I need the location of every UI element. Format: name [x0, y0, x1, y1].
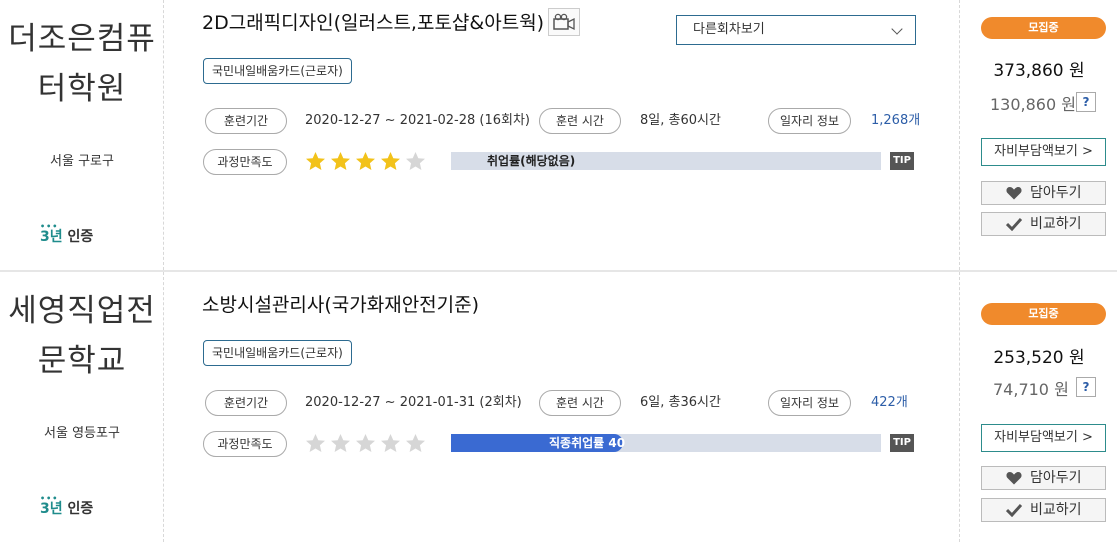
star-icon	[330, 433, 351, 454]
tip-button[interactable]: TIP	[890, 152, 914, 170]
video-camera-icon[interactable]	[548, 8, 580, 36]
star-icon	[380, 151, 401, 172]
self-pay-price: 130,860 원	[990, 95, 1076, 114]
compare-button[interactable]: 비교하기	[981, 212, 1106, 236]
institution-column: 세영직업전 문학교 서울 영등포구 ••• 3년 인증	[0, 272, 164, 542]
hours-value: 6일, 총36시간	[640, 395, 721, 410]
job-info-link[interactable]: 1,268개	[871, 108, 920, 134]
rating-stars	[305, 151, 426, 175]
cert-dots-icon: •••	[40, 494, 59, 503]
certification-badge: ••• 3년 인증	[40, 222, 94, 245]
tip-button[interactable]: TIP	[890, 434, 914, 452]
institution-location: 서울 영등포구	[44, 426, 120, 441]
satisfaction-label: 과정만족도	[203, 431, 287, 457]
save-button[interactable]: 담아두기	[981, 466, 1106, 490]
hours-label: 훈련 시간	[539, 108, 621, 134]
institution-column: 더조은컴퓨 터학원 서울 구로구 ••• 3년 인증	[0, 0, 164, 270]
chevron-down-icon	[891, 23, 903, 35]
satisfaction-label: 과정만족도	[203, 149, 287, 175]
star-icon	[355, 433, 376, 454]
card-badge: 국민내일배움카드(근로자)	[203, 58, 352, 84]
compare-button[interactable]: 비교하기	[981, 498, 1106, 522]
period-label: 훈련기간	[205, 108, 287, 134]
hours-value: 8일, 총60시간	[640, 113, 721, 128]
save-button[interactable]: 담아두기	[981, 181, 1106, 205]
course-info: 2D그래픽디자인(일러스트,포토샵&아트웍) 다른회차보기 국민내일배움카드(근…	[165, 0, 931, 270]
star-icon	[355, 151, 376, 172]
job-info-label: 일자리 정보	[768, 390, 851, 416]
card-badge: 국민내일배움카드(근로자)	[203, 340, 352, 366]
star-icon	[330, 151, 351, 172]
star-icon	[305, 151, 326, 172]
course-title[interactable]: 소방시설관리사(국가화재안전기준)	[202, 290, 479, 317]
certification-badge: ••• 3년 인증	[40, 494, 94, 517]
job-info-link[interactable]: 422개	[871, 390, 908, 416]
check-icon	[1006, 503, 1022, 517]
employment-bar: 직종취업률 40	[451, 434, 881, 452]
star-icon	[405, 151, 426, 172]
star-icon	[305, 433, 326, 454]
period-value: 2020-12-27 ~ 2021-01-31 (2회차)	[305, 395, 522, 410]
course-row: 세영직업전 문학교 서울 영등포구 ••• 3년 인증 소방시설관리사(국가화재안…	[0, 272, 1117, 542]
price-column: 모집중 373,860 원 130,860 원 ? 자비부담액보기 > 담아두기…	[959, 0, 1117, 270]
period-label: 훈련기간	[205, 390, 287, 416]
price: 253,520 원	[993, 348, 1085, 368]
institution-location: 서울 구로구	[50, 154, 114, 169]
cert-dots-icon: •••	[40, 222, 59, 231]
help-button[interactable]: ?	[1076, 377, 1096, 397]
price: 373,860 원	[993, 61, 1085, 81]
rating-stars	[305, 433, 426, 457]
period-value: 2020-12-27 ~ 2021-02-28 (16회차)	[305, 113, 530, 128]
status-badge: 모집중	[981, 17, 1106, 39]
institution-name[interactable]: 더조은컴퓨 터학원	[0, 14, 164, 114]
check-icon	[1006, 217, 1022, 231]
institution-name[interactable]: 세영직업전 문학교	[0, 286, 164, 386]
employment-label: 직종취업률 40	[549, 436, 626, 450]
hours-label: 훈련 시간	[539, 390, 621, 416]
self-pay-button[interactable]: 자비부담액보기 >	[981, 424, 1106, 452]
course-title[interactable]: 2D그래픽디자인(일러스트,포토샵&아트웍)	[202, 8, 544, 35]
help-button[interactable]: ?	[1076, 92, 1096, 112]
self-pay-price: 74,710 원	[993, 380, 1069, 399]
self-pay-button[interactable]: 자비부담액보기 >	[981, 138, 1106, 166]
heart-icon	[1006, 187, 1022, 200]
course-info: 소방시설관리사(국가화재안전기준) 국민내일배움카드(근로자) 훈련기간 202…	[165, 272, 931, 542]
course-row: 더조은컴퓨 터학원 서울 구로구 ••• 3년 인증 2D그래픽디자인(일러스트,…	[0, 0, 1117, 270]
employment-bar: 취업률(해당없음)	[451, 152, 881, 170]
job-info-label: 일자리 정보	[768, 108, 851, 134]
star-icon	[380, 433, 401, 454]
session-select[interactable]: 다른회차보기	[676, 15, 916, 45]
heart-icon	[1006, 472, 1022, 485]
employment-label: 취업률(해당없음)	[487, 154, 576, 168]
status-badge: 모집중	[981, 303, 1106, 325]
price-column: 모집중 253,520 원 74,710 원 ? 자비부담액보기 > 담아두기 …	[959, 272, 1117, 542]
star-icon	[405, 433, 426, 454]
